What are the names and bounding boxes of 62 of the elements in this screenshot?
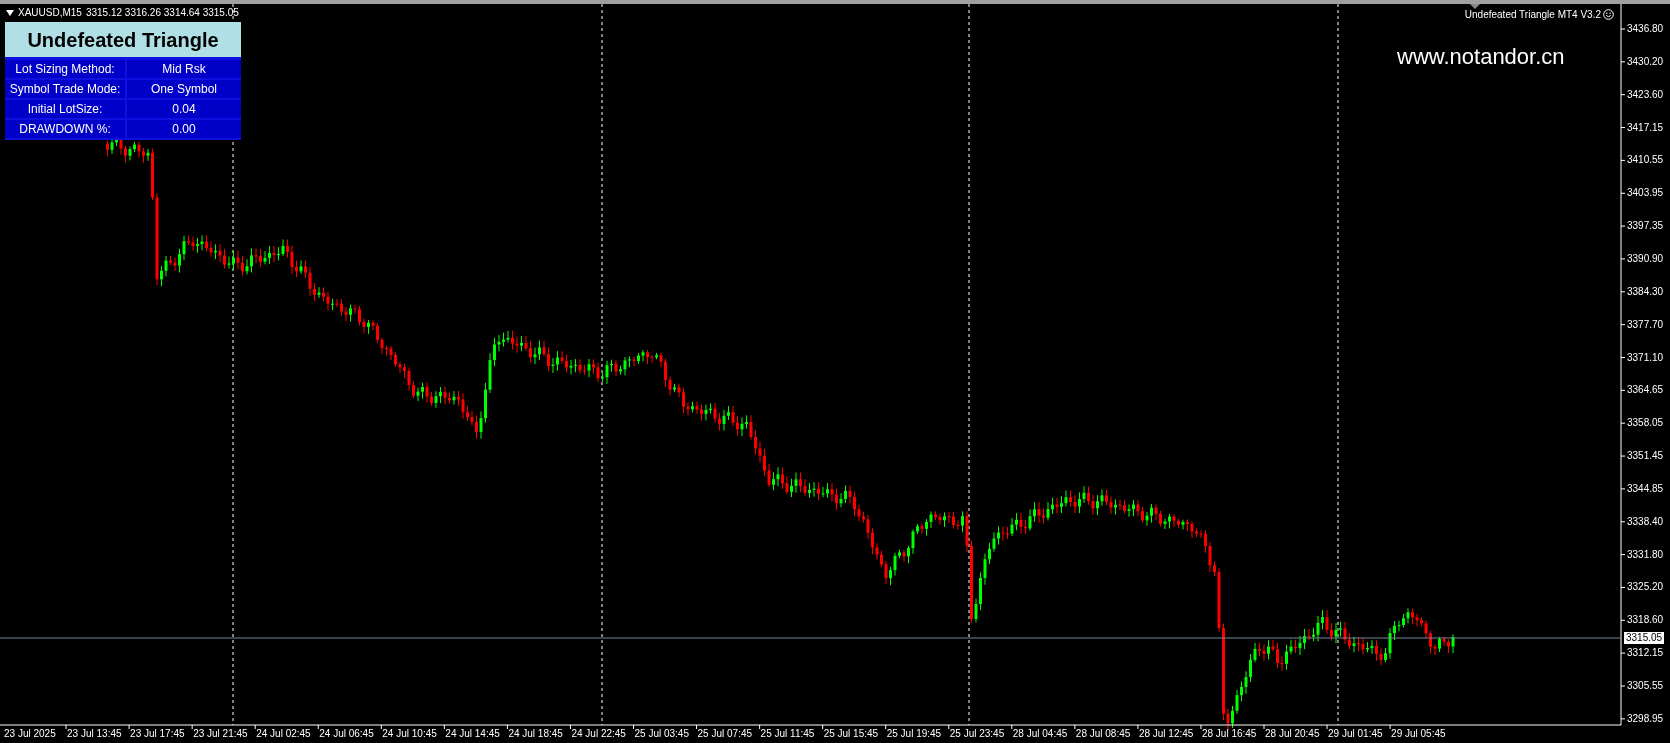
time-label: 24 Jul 02:45 xyxy=(256,728,311,740)
price-label: 3305.55 xyxy=(1627,680,1664,692)
price-label: 3390.90 xyxy=(1627,252,1664,265)
time-label: 24 Jul 10:45 xyxy=(382,728,437,740)
website-text: www.notandor.cn xyxy=(1397,44,1565,70)
price-label: 3331.80 xyxy=(1627,548,1664,561)
time-label: 24 Jul 18:45 xyxy=(508,728,563,740)
price-label: 3410.55 xyxy=(1627,154,1664,167)
price-label: 3371.10 xyxy=(1627,351,1664,364)
price-label: 3384.30 xyxy=(1627,285,1664,298)
expert-name: Undefeated Triangle MT4 V3.2 xyxy=(1464,8,1601,21)
price-label: 3430.20 xyxy=(1627,55,1664,68)
ohlc-values: 3315.12 3316.26 3314.64 3315.05 xyxy=(85,6,239,19)
price-label: 3298.95 xyxy=(1627,712,1664,725)
chart-shift-marker-icon[interactable] xyxy=(1470,4,1480,9)
price-label: 3403.95 xyxy=(1627,187,1664,200)
symbol-label: XAUUSD,M15 xyxy=(18,6,82,19)
time-label: 23 Jul 17:45 xyxy=(130,728,185,740)
time-label: 25 Jul 15:45 xyxy=(823,728,879,740)
time-label: 28 Jul 04:45 xyxy=(1012,728,1068,740)
field-value: One Symbol xyxy=(127,80,241,98)
time-label: 25 Jul 03:45 xyxy=(634,728,689,740)
price-label: 3325.20 xyxy=(1627,581,1664,594)
field-label: Lot Sizing Method: xyxy=(5,60,125,78)
time-label: 28 Jul 20:45 xyxy=(1265,728,1320,740)
time-label: 25 Jul 23:45 xyxy=(949,728,1005,740)
price-label: 3423.60 xyxy=(1627,88,1664,101)
time-label: 29 Jul 05:45 xyxy=(1391,728,1446,740)
smiley-icon xyxy=(1603,9,1614,20)
time-label: 23 Jul 21:45 xyxy=(193,728,248,740)
field-value: 0.04 xyxy=(127,100,241,118)
price-label: 3344.85 xyxy=(1627,482,1664,495)
panel-title: Undefeated Triangle xyxy=(5,22,241,60)
time-label: 29 Jul 01:45 xyxy=(1328,728,1383,740)
time-label: 28 Jul 16:45 xyxy=(1201,728,1257,740)
price-label: 3364.65 xyxy=(1627,384,1664,397)
dropdown-triangle-icon[interactable] xyxy=(6,9,14,16)
time-label: 25 Jul 19:45 xyxy=(886,728,942,740)
time-label: 28 Jul 08:45 xyxy=(1075,728,1131,740)
time-label: 23 Jul 2025 xyxy=(4,728,56,740)
price-label: 3417.15 xyxy=(1627,121,1664,134)
time-label: 25 Jul 11:45 xyxy=(760,728,815,740)
price-label: 3436.80 xyxy=(1627,23,1664,35)
price-label: 3312.15 xyxy=(1627,647,1664,660)
time-label: 24 Jul 22:45 xyxy=(571,728,626,740)
price-label: 3377.70 xyxy=(1627,318,1664,331)
price-label: 3351.45 xyxy=(1627,450,1664,463)
time-label: 28 Jul 12:45 xyxy=(1138,728,1194,740)
field-label: Symbol Trade Mode: xyxy=(5,80,125,98)
time-label: 24 Jul 06:45 xyxy=(319,728,374,740)
price-label: 3358.05 xyxy=(1627,417,1664,430)
price-label: 3318.60 xyxy=(1627,614,1664,627)
price-label: 3338.40 xyxy=(1627,515,1664,528)
price-label: 3397.35 xyxy=(1627,220,1664,233)
time-label: 24 Jul 14:45 xyxy=(445,728,500,740)
time-label: 23 Jul 13:45 xyxy=(67,728,122,740)
time-label: 25 Jul 07:45 xyxy=(697,728,753,740)
field-label: DRAWDOWN %: xyxy=(5,120,125,138)
current-price-label: 3315.05 xyxy=(1624,632,1665,644)
field-value: Mid Rsk xyxy=(127,60,241,78)
field-value: 0.00 xyxy=(127,120,241,138)
field-label: Initial LotSize: xyxy=(5,100,125,118)
